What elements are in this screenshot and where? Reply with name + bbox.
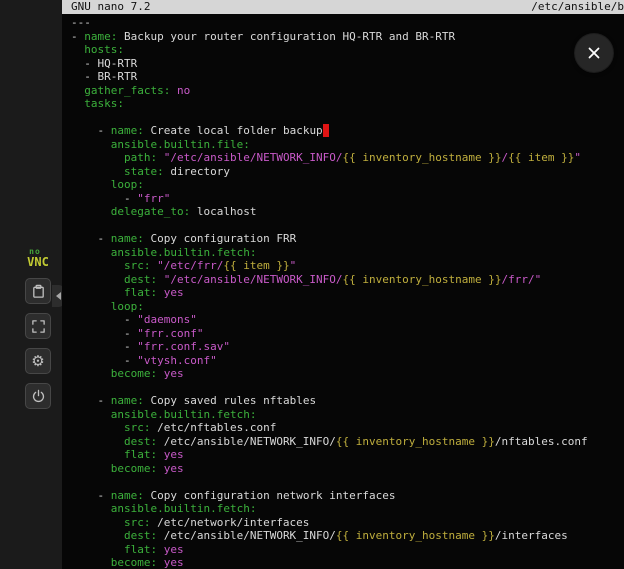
terminal-line: ansible.builtin.fetch: xyxy=(71,246,624,260)
close-button[interactable] xyxy=(575,34,613,72)
terminal-line: src: /etc/network/interfaces xyxy=(71,516,624,530)
terminal-line: ansible.builtin.fetch: xyxy=(71,502,624,516)
settings-button[interactable]: ⚙ xyxy=(25,348,51,374)
terminal-line: src: "/etc/frr/{{ item }}" xyxy=(71,259,624,273)
terminal-line: - "vtysh.conf" xyxy=(71,354,624,368)
novnc-logo-vnc: VNC xyxy=(27,256,49,268)
terminal-line: - "frr.conf.sav" xyxy=(71,340,624,354)
terminal-line: - name: Create local folder backup xyxy=(71,124,624,138)
terminal-window[interactable]: GNU nano 7.2 /etc/ansible/b ---- name: B… xyxy=(62,0,624,569)
terminal-line: flat: yes xyxy=(71,448,624,462)
chevron-left-icon xyxy=(56,292,61,300)
terminal-line: - BR-RTR xyxy=(71,70,624,84)
terminal-line: become: yes xyxy=(71,367,624,381)
terminal-line: flat: yes xyxy=(71,543,624,557)
terminal-line: ansible.builtin.fetch: xyxy=(71,408,624,422)
terminal-line: become: yes xyxy=(71,462,624,476)
terminal-line: dest: /etc/ansible/NETWORK_INFO/{{ inven… xyxy=(71,529,624,543)
terminal-line: dest: "/etc/ansible/NETWORK_INFO/{{ inve… xyxy=(71,273,624,287)
power-button[interactable] xyxy=(25,383,51,409)
nano-file-path: /etc/ansible/b xyxy=(531,0,624,14)
terminal-line: - "daemons" xyxy=(71,313,624,327)
terminal-content[interactable]: ---- name: Backup your router configurat… xyxy=(62,14,624,569)
novnc-logo: no VNC xyxy=(27,248,49,268)
terminal-line: loop: xyxy=(71,300,624,314)
terminal-line: path: "/etc/ansible/NETWORK_INFO/{{ inve… xyxy=(71,151,624,165)
terminal-line: tasks: xyxy=(71,97,624,111)
terminal-line: - "frr" xyxy=(71,192,624,206)
fullscreen-button[interactable] xyxy=(25,313,51,339)
terminal-line: - name: Copy configuration FRR xyxy=(71,232,624,246)
text-cursor xyxy=(323,124,330,137)
terminal-line: delegate_to: localhost xyxy=(71,205,624,219)
clipboard-icon xyxy=(31,284,46,299)
fullscreen-icon xyxy=(31,319,46,334)
terminal-line: ansible.builtin.file: xyxy=(71,138,624,152)
terminal-line: --- xyxy=(71,16,624,30)
terminal-line: gather_facts: no xyxy=(71,84,624,98)
terminal-line: src: /etc/nftables.conf xyxy=(71,421,624,435)
terminal-line xyxy=(71,381,624,395)
terminal-line: hosts: xyxy=(71,43,624,57)
terminal-line xyxy=(71,111,624,125)
control-bar-column: no VNC ⚙ xyxy=(14,248,62,409)
gear-icon: ⚙ xyxy=(31,354,44,369)
close-icon xyxy=(586,45,602,61)
terminal-line: state: directory xyxy=(71,165,624,179)
terminal-line: - name: Copy saved rules nftables xyxy=(71,394,624,408)
nano-titlebar: GNU nano 7.2 /etc/ansible/b xyxy=(62,0,624,14)
terminal-line: - name: Backup your router configuration… xyxy=(71,30,624,44)
clipboard-button[interactable] xyxy=(25,278,51,304)
terminal-line: become: yes xyxy=(71,556,624,569)
terminal-line: - HQ-RTR xyxy=(71,57,624,71)
terminal-line: - "frr.conf" xyxy=(71,327,624,341)
vnc-control-bar: no VNC ⚙ xyxy=(0,0,62,569)
power-icon xyxy=(31,389,46,404)
nano-version-label: GNU nano 7.2 xyxy=(71,0,150,13)
terminal-line: - name: Copy configuration network inter… xyxy=(71,489,624,503)
terminal-line: loop: xyxy=(71,178,624,192)
terminal-line: dest: /etc/ansible/NETWORK_INFO/{{ inven… xyxy=(71,435,624,449)
terminal-line xyxy=(71,475,624,489)
screen: no VNC ⚙ xyxy=(0,0,624,569)
terminal-line: flat: yes xyxy=(71,286,624,300)
terminal-line xyxy=(71,219,624,233)
